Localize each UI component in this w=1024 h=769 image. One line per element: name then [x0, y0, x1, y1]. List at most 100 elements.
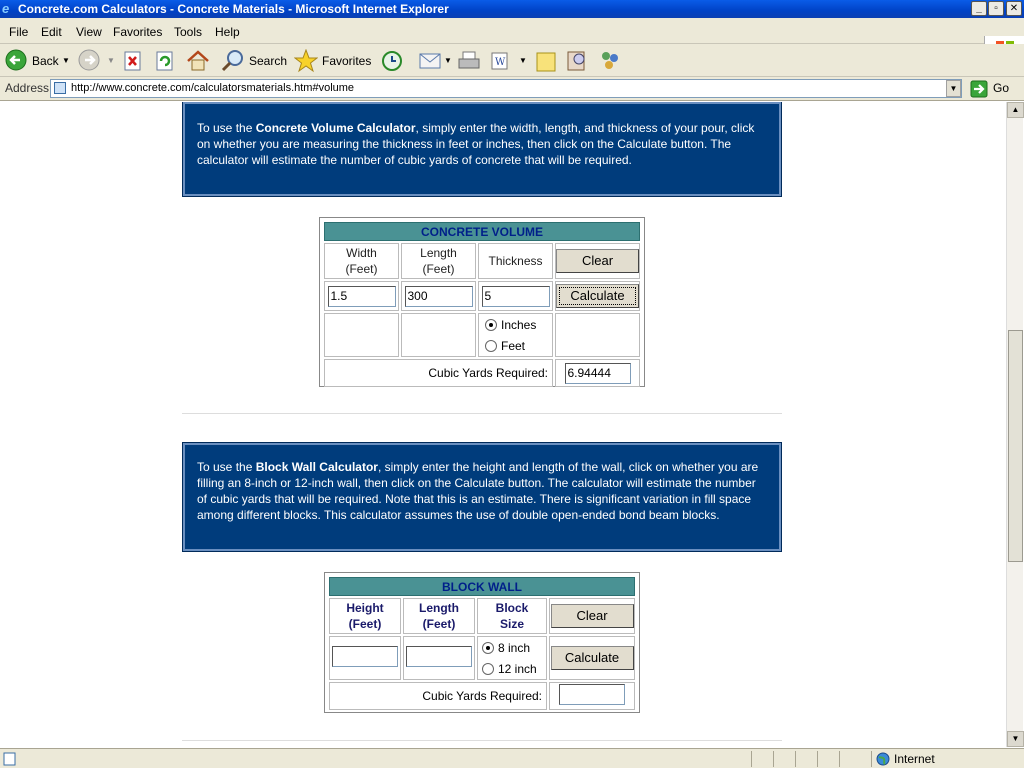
block-length-input[interactable] — [406, 645, 472, 667]
mail-dropdown-icon[interactable]: ▼ — [444, 49, 452, 73]
vertical-scrollbar[interactable]: ▲ ▼ — [1006, 102, 1024, 747]
minimize-button[interactable]: _ — [971, 1, 987, 16]
history-icon[interactable] — [381, 50, 403, 75]
block-clear-button[interactable]: Clear — [550, 604, 634, 628]
width-cell: 1.5 — [324, 281, 399, 311]
concrete-volume-calculator: CONCRETE VOLUME Width (Feet) Length (Feet)… — [319, 217, 645, 387]
block-clear-cell: Clear — [549, 598, 635, 634]
favorites-star-icon[interactable] — [293, 48, 319, 76]
menu-favorites[interactable]: Favorites — [113, 25, 162, 39]
block-result-field[interactable] — [559, 683, 625, 705]
block-header: BLOCK WALL — [329, 577, 635, 596]
forward-dropdown-icon[interactable]: ▼ — [107, 49, 115, 73]
length-cell: 300 — [401, 281, 476, 311]
print-icon[interactable] — [457, 50, 481, 75]
thickness-input[interactable]: 5 — [481, 285, 550, 307]
go-button-label[interactable]: Go — [993, 81, 1009, 95]
width-label: Width (Feet) — [324, 243, 399, 279]
menu-tools[interactable]: Tools — [174, 25, 202, 39]
volume-result-field[interactable]: 6.94444 — [564, 362, 631, 384]
edit-dropdown-icon[interactable]: ▼ — [519, 49, 527, 73]
back-button-label[interactable]: Back — [32, 49, 59, 73]
status-bar: Internet — [0, 748, 1024, 768]
address-input[interactable]: http://www.concrete.com/calculatorsmater… — [50, 79, 962, 98]
thickness-label: Thickness — [478, 243, 553, 279]
back-dropdown-icon[interactable]: ▼ — [62, 49, 70, 73]
research-icon[interactable] — [565, 49, 589, 76]
menu-view[interactable]: View — [76, 25, 102, 39]
page-icon — [54, 82, 66, 94]
status-segment — [751, 751, 773, 767]
toolbar: Back ▼ ▼ Search Favorites ▼ W ▼ — [0, 44, 1024, 77]
ie-icon: e — [2, 1, 10, 16]
scroll-thumb[interactable] — [1008, 330, 1023, 562]
forward-arrow-icon[interactable] — [78, 49, 100, 74]
page-status-icon — [3, 752, 17, 769]
address-label: Address — [5, 81, 50, 95]
page-content: To use the Concrete Volume Calculator, s… — [0, 102, 1006, 747]
status-segment — [773, 751, 795, 767]
height-input[interactable] — [332, 645, 398, 667]
back-arrow-icon[interactable] — [5, 49, 27, 74]
feet-radio[interactable] — [485, 339, 497, 352]
width-input[interactable]: 1.5 — [327, 285, 396, 307]
window-title: Concrete.com Calculators - Concrete Mate… — [18, 2, 449, 16]
height-cell — [329, 636, 401, 680]
mail-icon[interactable] — [418, 51, 444, 74]
size-8-label: 8 inch — [498, 640, 531, 655]
edit-word-icon[interactable]: W — [490, 51, 510, 74]
close-button[interactable]: ✕ — [1006, 1, 1022, 16]
scroll-up-icon[interactable]: ▲ — [1007, 102, 1024, 118]
section-divider-bottom — [182, 740, 782, 741]
thickness-cell: 5 — [478, 281, 553, 311]
inches-radio[interactable] — [485, 319, 497, 331]
menu-help[interactable]: Help — [215, 25, 240, 39]
volume-intro-bold: Concrete Volume Calculator — [255, 121, 416, 135]
search-icon[interactable] — [221, 49, 245, 76]
length-label: Length (Feet) — [401, 243, 476, 279]
discuss-icon[interactable] — [535, 51, 557, 76]
block-length-cell — [403, 636, 475, 680]
volume-clear-button[interactable]: Clear — [556, 249, 639, 273]
restore-button[interactable]: ▫ — [988, 1, 1004, 16]
menu-file[interactable]: File — [9, 25, 28, 39]
zone-segment: Internet — [871, 751, 1021, 767]
menu-bar: File Edit View Favorites Tools Help — [0, 18, 1024, 62]
size-8-radio[interactable] — [482, 641, 494, 654]
block-info-box: To use the Block Wall Calculator, simply… — [182, 442, 782, 552]
volume-header: CONCRETE VOLUME — [324, 222, 640, 241]
block-calculate-button[interactable]: Calculate — [550, 645, 634, 670]
home-icon[interactable] — [186, 50, 210, 75]
empty-cell — [324, 313, 399, 357]
height-label: Height (Feet) — [329, 598, 401, 634]
address-dropdown-icon[interactable]: ▼ — [946, 80, 961, 97]
title-bar[interactable]: e Concrete.com Calculators - Concrete Ma… — [0, 0, 1024, 18]
search-button-label[interactable]: Search — [249, 49, 287, 73]
refresh-icon[interactable] — [155, 51, 175, 74]
zone-label: Internet — [894, 752, 935, 766]
size-12-radio[interactable] — [482, 662, 494, 675]
volume-result-label: Cubic Yards Required: — [324, 359, 553, 387]
size-cell: 8 inch 12 inch — [477, 636, 547, 680]
menu-edit[interactable]: Edit — [41, 25, 62, 39]
svg-text:W: W — [495, 57, 506, 68]
clear-cell: Clear — [555, 243, 640, 279]
favorites-button-label[interactable]: Favorites — [322, 49, 371, 73]
go-arrow-icon[interactable] — [970, 80, 988, 101]
stop-icon[interactable] — [123, 51, 143, 74]
scroll-down-icon[interactable]: ▼ — [1007, 731, 1024, 747]
length-input[interactable]: 300 — [404, 285, 473, 307]
messenger-icon[interactable] — [598, 49, 622, 76]
block-intro-pre: To use the — [197, 460, 256, 474]
address-url: http://www.concrete.com/calculatorsmater… — [71, 82, 355, 94]
volume-calculate-button[interactable]: Calculate — [556, 284, 639, 308]
block-result-cell — [549, 681, 635, 710]
status-segment — [839, 751, 869, 767]
empty-cell — [555, 313, 640, 357]
block-wall-calculator: BLOCK WALL Height (Feet) Length (Feet) Blo… — [324, 572, 640, 713]
volume-info-box: To use the Concrete Volume Calculator, s… — [182, 102, 782, 197]
address-bar: Address http://www.concrete.com/calculat… — [0, 77, 1024, 101]
empty-cell — [401, 313, 476, 357]
internet-globe-icon — [876, 752, 890, 769]
inches-label: Inches — [501, 318, 537, 332]
